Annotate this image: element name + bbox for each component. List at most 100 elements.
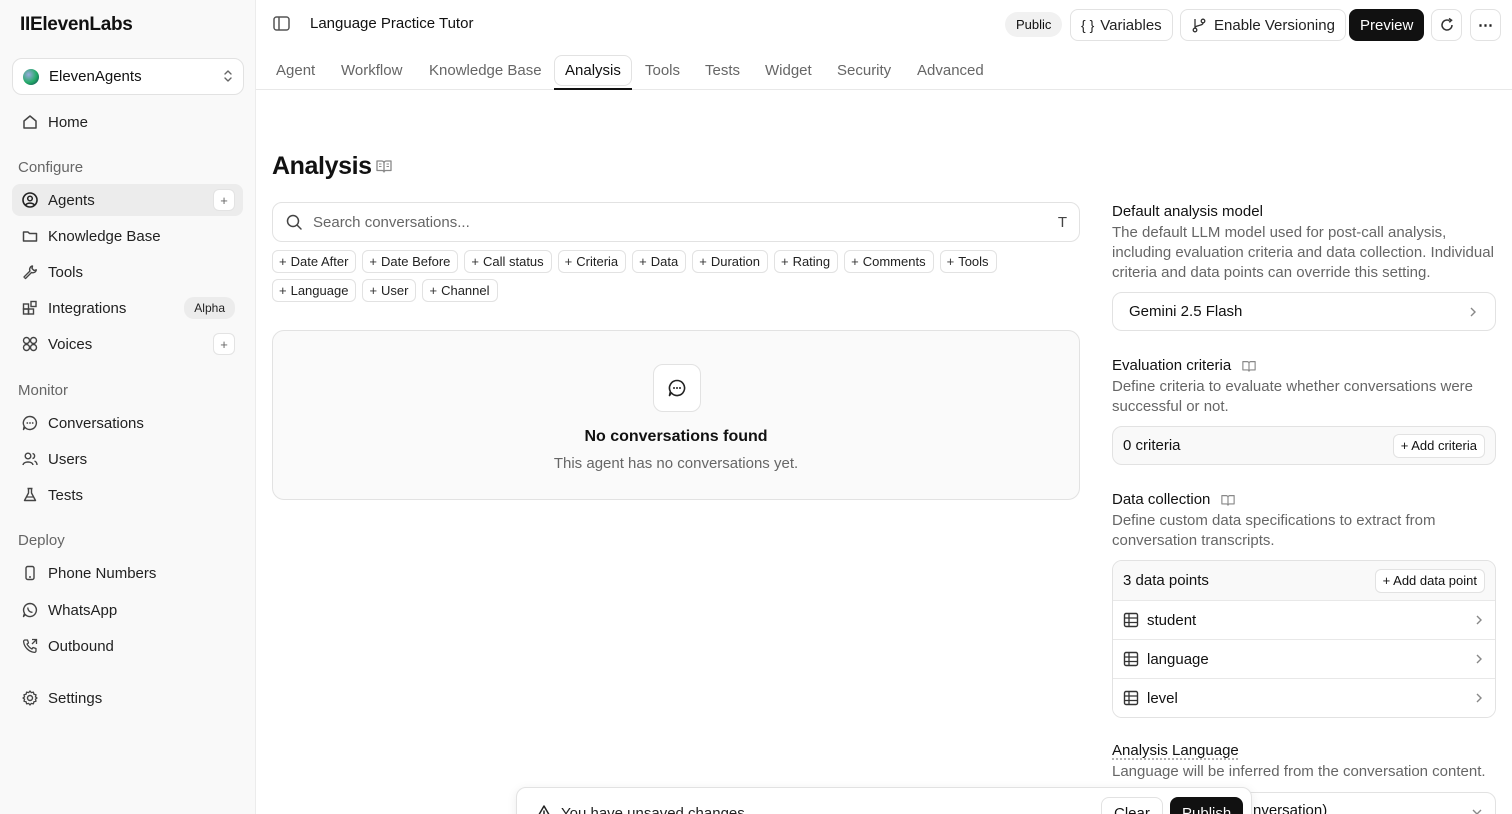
tab-analysis-label: Analysis xyxy=(554,54,632,86)
section-description: The default LLM model used for post-call… xyxy=(1112,224,1494,281)
filter-date-before[interactable]: + Date Before xyxy=(362,250,459,273)
unsaved-changes-message: You have unsaved changes xyxy=(561,805,745,814)
add-agent-button[interactable]: + xyxy=(213,189,235,211)
public-badge: Public xyxy=(1005,12,1063,37)
sidebar-item-phone-numbers[interactable]: Phone Numbers xyxy=(12,557,243,589)
tab-analysis[interactable]: Analysis xyxy=(554,50,632,90)
enable-versioning-button[interactable]: Enable Versioning xyxy=(1180,9,1346,41)
tab-tests[interactable]: Tests xyxy=(705,50,740,90)
phone-device-icon xyxy=(20,563,40,583)
tab-widget[interactable]: Widget xyxy=(765,50,812,90)
preview-button[interactable]: Preview xyxy=(1349,9,1425,41)
workspace-switcher[interactable]: ElevenAgents xyxy=(12,58,244,95)
chevron-right-icon xyxy=(1467,306,1479,318)
plus-icon: + xyxy=(780,254,789,269)
chevron-right-icon xyxy=(1473,653,1485,665)
tab-security[interactable]: Security xyxy=(837,50,891,90)
sidebar-item-label: Home xyxy=(48,113,89,131)
sidebar-item-tests[interactable]: Tests xyxy=(12,479,243,511)
empty-state-icon-box xyxy=(653,364,701,412)
filter-tools[interactable]: + Tools xyxy=(939,250,997,273)
chat-bubble-icon xyxy=(667,378,687,398)
sidebar-item-outbound[interactable]: Outbound xyxy=(12,630,243,662)
sidebar-item-label: Voices xyxy=(48,335,93,353)
model-value: Gemini 2.5 Flash xyxy=(1129,303,1243,320)
tab-knowledge-base[interactable]: Knowledge Base xyxy=(429,50,542,90)
sidebar-item-voices[interactable]: Voices + xyxy=(12,328,243,360)
filter-user[interactable]: + User xyxy=(362,279,417,302)
filter-call-status[interactable]: + Call status xyxy=(464,250,552,273)
criteria-count: 0 criteria xyxy=(1123,437,1181,454)
tab-tools[interactable]: Tools xyxy=(645,50,680,90)
integrations-icon xyxy=(20,298,40,318)
text-cursor-icon: T xyxy=(1057,213,1067,231)
empty-state-title: No conversations found xyxy=(584,428,768,445)
warning-icon xyxy=(535,804,553,814)
data-points-count-bar: 3 data points + Add data point xyxy=(1113,561,1495,600)
filter-label: User xyxy=(381,283,409,298)
filter-label: Duration xyxy=(710,254,760,269)
filter-data[interactable]: + Data xyxy=(632,250,687,273)
tab-advanced[interactable]: Advanced xyxy=(917,50,984,90)
search-input[interactable] xyxy=(313,213,1058,231)
section-description: Language will be inferred from the conve… xyxy=(1112,763,1486,780)
filter-language[interactable]: + Language xyxy=(272,279,357,302)
docs-book-icon[interactable] xyxy=(1241,359,1257,373)
plus-icon: + xyxy=(851,254,859,269)
filter-date-after[interactable]: + Date After xyxy=(272,250,357,273)
sidebar-item-conversations[interactable]: Conversations xyxy=(12,407,243,439)
add-voice-button[interactable]: + xyxy=(213,333,235,355)
sidebar-item-label: Knowledge Base xyxy=(48,227,161,245)
sidebar-item-whatsapp[interactable]: WhatsApp xyxy=(12,594,243,626)
sidebar-item-settings[interactable]: Settings xyxy=(12,682,243,714)
home-icon xyxy=(20,112,40,132)
add-criteria-button[interactable]: + Add criteria xyxy=(1392,433,1485,458)
data-points-list: 3 data points + Add data point student l… xyxy=(1112,560,1496,718)
refresh-chat-icon xyxy=(1439,17,1455,33)
section-heading-deploy: Deploy xyxy=(18,532,65,549)
criteria-count-bar: 0 criteria + Add criteria xyxy=(1112,426,1496,465)
tab-agent[interactable]: Agent xyxy=(276,50,315,90)
evaluation-criteria-section: Evaluation criteria Define criteria to e… xyxy=(1112,357,1496,417)
more-options-button[interactable]: ⋯ xyxy=(1470,9,1501,41)
search-icon xyxy=(285,213,303,231)
data-point-name: student xyxy=(1147,611,1197,629)
filter-duration[interactable]: + Duration xyxy=(692,250,768,273)
sidebar-item-tools[interactable]: Tools xyxy=(12,256,243,288)
table-grid-icon xyxy=(1123,612,1139,628)
filter-rating[interactable]: + Rating xyxy=(773,250,839,273)
filter-label: Language xyxy=(290,283,349,298)
section-heading-configure: Configure xyxy=(18,159,84,176)
conversation-search[interactable]: T xyxy=(272,202,1080,242)
sidebar-item-users[interactable]: Users xyxy=(12,443,243,475)
tab-workflow[interactable]: Workflow xyxy=(341,50,402,90)
refresh-chat-button[interactable] xyxy=(1431,9,1462,41)
add-data-point-button[interactable]: + Add data point xyxy=(1374,568,1485,593)
agent-face-icon xyxy=(20,190,40,210)
docs-book-icon[interactable] xyxy=(1220,493,1236,507)
filter-label: Data xyxy=(650,254,679,269)
versioning-label: Enable Versioning xyxy=(1214,16,1335,34)
filter-criteria[interactable]: + Criteria xyxy=(557,250,627,273)
data-point-row[interactable]: student xyxy=(1113,600,1495,639)
model-select[interactable]: Gemini 2.5 Flash xyxy=(1112,292,1496,331)
empty-state-card: No conversations found This agent has no… xyxy=(272,330,1080,500)
section-heading-row: Data collection xyxy=(1112,491,1496,508)
publish-button[interactable]: Publish xyxy=(1170,797,1244,814)
braces-icon: { } xyxy=(1081,17,1095,33)
clear-button[interactable]: Clear xyxy=(1101,797,1163,814)
sidebar-item-agents[interactable]: Agents + xyxy=(12,184,243,216)
data-point-row[interactable]: level xyxy=(1113,678,1495,717)
section-heading: Default analysis model xyxy=(1112,203,1263,220)
sidebar-item-integrations[interactable]: Integrations Alpha xyxy=(12,292,243,324)
sidebar-item-label: Users xyxy=(48,450,88,468)
variables-button[interactable]: { } Variables xyxy=(1070,9,1173,41)
sidebar-item-home[interactable]: Home xyxy=(12,106,243,138)
filter-channel[interactable]: + Channel xyxy=(422,279,498,302)
filter-comments[interactable]: + Comments xyxy=(844,250,934,273)
data-point-row[interactable]: language xyxy=(1113,639,1495,678)
sidebar-toggle-icon[interactable] xyxy=(272,15,292,33)
docs-book-icon[interactable] xyxy=(375,158,393,177)
sidebar-item-knowledge-base[interactable]: Knowledge Base xyxy=(12,220,243,252)
elevenlabs-logo[interactable]: IIElevenLabs xyxy=(20,14,133,36)
